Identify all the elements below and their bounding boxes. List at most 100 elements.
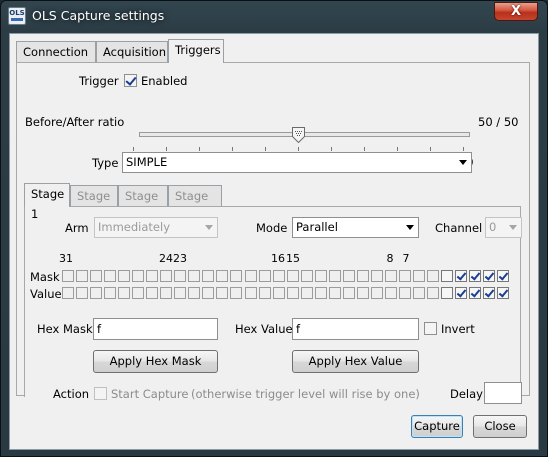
value-bit-13[interactable] — [314, 287, 327, 299]
value-bit-7[interactable] — [398, 287, 411, 299]
hex-value-input[interactable]: f — [292, 318, 419, 340]
mask-bit-22[interactable] — [188, 270, 201, 282]
mask-bit-31[interactable] — [62, 270, 74, 282]
mask-bit-17[interactable] — [258, 270, 271, 282]
value-bit-22[interactable] — [188, 287, 201, 299]
value-bit-6[interactable] — [413, 287, 425, 299]
value-bit-12[interactable] — [328, 287, 341, 299]
value-bit-31[interactable] — [62, 287, 74, 299]
tab-connection[interactable]: Connection — [16, 41, 96, 63]
chevron-down-icon — [406, 225, 414, 230]
channel-select[interactable]: 0 — [485, 217, 522, 238]
stage-1-panel: Arm Immediately Mode Parallel Channel 0 … — [24, 206, 522, 404]
value-bit-5[interactable] — [427, 287, 440, 299]
tab-stage-2[interactable]: Stage 2 — [70, 185, 118, 223]
arm-select[interactable]: Immediately — [94, 217, 218, 238]
apply-hex-mask-button[interactable]: Apply Hex Mask — [93, 350, 218, 373]
apply-hex-value-button[interactable]: Apply Hex Value — [292, 350, 419, 373]
mask-bit-28[interactable] — [104, 270, 117, 282]
mode-select[interactable]: Parallel — [292, 217, 419, 238]
hex-mask-input[interactable]: f — [93, 318, 218, 340]
value-bit-28[interactable] — [104, 287, 117, 299]
value-bit-10[interactable] — [356, 287, 369, 299]
value-bit-23[interactable] — [174, 287, 187, 299]
ratio-tick — [331, 147, 332, 151]
tab-stage-4[interactable]: Stage 4 — [168, 185, 222, 223]
mask-bit-30[interactable] — [76, 270, 89, 282]
value-bit-27[interactable] — [118, 287, 131, 299]
ratio-tick — [166, 147, 167, 151]
type-select[interactable]: SIMPLE — [122, 152, 472, 173]
mask-bit-25[interactable] — [146, 270, 159, 282]
delay-input[interactable] — [484, 382, 522, 404]
value-bit-9[interactable] — [370, 287, 383, 299]
ratio-tick — [463, 147, 464, 151]
value-bit-21[interactable] — [202, 287, 215, 299]
mask-bit-29[interactable] — [90, 270, 103, 282]
mask-bit-11[interactable] — [342, 270, 355, 282]
mask-bit-13[interactable] — [314, 270, 327, 282]
value-bit-1[interactable] — [483, 287, 496, 299]
start-capture-checkbox[interactable] — [94, 387, 107, 400]
bit-label-15: 15 — [286, 252, 300, 265]
value-bit-4[interactable] — [441, 287, 454, 299]
value-bit-2[interactable] — [469, 287, 482, 299]
value-bit-11[interactable] — [342, 287, 355, 299]
mask-bit-27[interactable] — [118, 270, 131, 282]
tab-acquisition[interactable]: Acquisition — [96, 41, 168, 63]
invert-checkbox[interactable] — [424, 322, 437, 335]
mask-bit-16[interactable] — [272, 270, 285, 282]
mask-bit-23[interactable] — [174, 270, 187, 282]
title-bar[interactable]: OLS OLS Capture settings X — [1, 1, 547, 33]
value-bit-16[interactable] — [272, 287, 285, 299]
value-bit-30[interactable] — [76, 287, 89, 299]
value-bit-25[interactable] — [146, 287, 159, 299]
bit-label-31: 31 — [59, 252, 73, 265]
mask-bit-4[interactable] — [441, 270, 454, 282]
value-bit-29[interactable] — [90, 287, 103, 299]
mask-bit-19[interactable] — [230, 270, 243, 282]
mask-bit-2[interactable] — [469, 270, 482, 282]
mask-bit-3[interactable] — [455, 270, 468, 282]
mask-bit-21[interactable] — [202, 270, 215, 282]
mask-bit-8[interactable] — [384, 270, 397, 282]
hex-mask-label: Hex Mask — [37, 322, 93, 336]
mask-bit-24[interactable] — [160, 270, 173, 282]
value-bit-26[interactable] — [132, 287, 145, 299]
value-bit-15[interactable] — [286, 287, 299, 299]
value-bit-24[interactable] — [160, 287, 173, 299]
tab-stage-3[interactable]: Stage 3 — [118, 185, 168, 223]
ratio-slider-thumb[interactable] — [292, 127, 305, 143]
trigger-enabled-checkbox[interactable] — [124, 74, 137, 87]
mask-bit-7[interactable] — [398, 270, 411, 282]
value-bit-20[interactable] — [216, 287, 229, 299]
mask-bit-12[interactable] — [328, 270, 341, 282]
ratio-tick — [364, 147, 365, 151]
dialog-client-area: Connection Acquisition Triggers Trigger … — [9, 33, 539, 450]
value-bit-0[interactable] — [497, 287, 510, 299]
value-bit-3[interactable] — [455, 287, 468, 299]
value-bit-19[interactable] — [230, 287, 243, 299]
tab-stage-1[interactable]: Stage 1 — [24, 183, 70, 221]
mask-bit-0[interactable] — [497, 270, 510, 282]
close-button[interactable]: Close — [473, 415, 527, 438]
value-bit-18[interactable] — [244, 287, 257, 299]
value-bit-14[interactable] — [300, 287, 313, 299]
mask-bit-14[interactable] — [300, 270, 313, 282]
mask-bit-15[interactable] — [286, 270, 299, 282]
capture-button[interactable]: Capture — [411, 415, 463, 438]
mask-bit-18[interactable] — [244, 270, 257, 282]
mask-bit-1[interactable] — [483, 270, 496, 282]
value-bit-8[interactable] — [384, 287, 397, 299]
mask-bit-9[interactable] — [370, 270, 383, 282]
window-close-button[interactable]: X — [494, 2, 538, 21]
value-bit-17[interactable] — [258, 287, 271, 299]
mask-bit-20[interactable] — [216, 270, 229, 282]
mask-bit-5[interactable] — [427, 270, 440, 282]
bit-label-23: 23 — [173, 252, 187, 265]
mask-bit-10[interactable] — [356, 270, 369, 282]
mask-bit-26[interactable] — [132, 270, 145, 282]
arm-select-value: Immediately — [98, 220, 170, 234]
tab-triggers[interactable]: Triggers — [168, 39, 224, 63]
mask-bit-6[interactable] — [413, 270, 425, 282]
